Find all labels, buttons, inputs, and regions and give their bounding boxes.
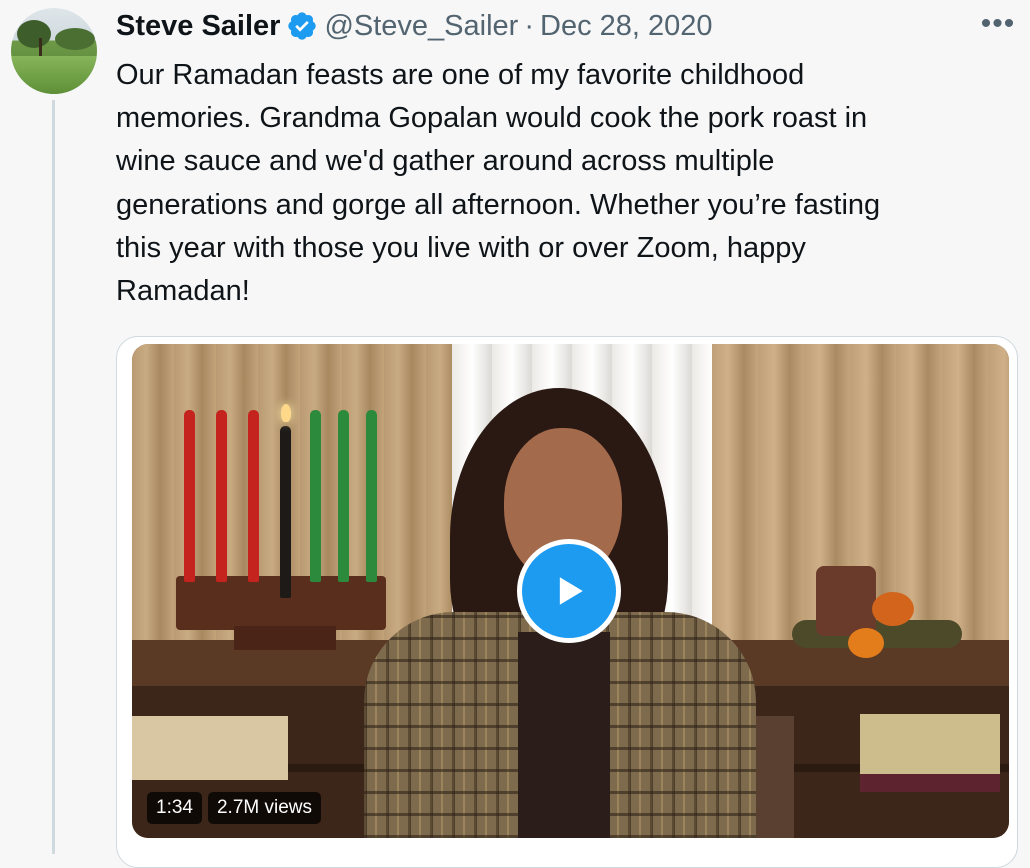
avatar-tree: [55, 28, 95, 50]
tweet-header: Steve Sailer @Steve_Sailer · Dec 28, 202…: [116, 8, 713, 44]
video-scene-candle: [280, 426, 291, 598]
author-handle[interactable]: @Steve_Sailer: [324, 10, 518, 43]
play-button[interactable]: [517, 539, 621, 643]
author-name[interactable]: Steve Sailer: [116, 10, 280, 43]
avatar-tree: [17, 20, 51, 48]
video-scene-candle-holder-base: [234, 626, 336, 650]
video-meta: 1:34 2.7M views: [147, 792, 322, 824]
tweet-text: Our Ramadan feasts are one of my favorit…: [116, 59, 881, 308]
video-person-turtleneck: [518, 632, 610, 838]
video-scene-vase: [816, 566, 876, 636]
video-scene-candle: [310, 410, 321, 582]
video-scene-books: [860, 714, 1000, 792]
video-scene-box: [132, 716, 288, 780]
video-scene-candle: [248, 410, 259, 582]
verified-badge-icon[interactable]: [286, 10, 318, 42]
video-scene-candle: [366, 410, 377, 582]
video-view-count: 2.7M views: [207, 792, 322, 824]
video-scene-candle: [338, 410, 349, 582]
tweet-date[interactable]: Dec 28, 2020: [540, 10, 713, 43]
video-scene-candle: [184, 410, 195, 582]
video-scene-orange: [848, 628, 884, 658]
avatar-golf-green: [11, 56, 97, 94]
video-scene-candle: [216, 410, 227, 582]
play-icon: [559, 577, 583, 605]
avatar[interactable]: [11, 8, 97, 94]
more-options-icon[interactable]: •••: [980, 9, 1016, 42]
video-scene-candle-flame: [281, 404, 291, 422]
video-scene-pumpkin: [872, 592, 914, 626]
avatar-tree-trunk: [39, 38, 42, 58]
separator-dot: ·: [524, 9, 534, 42]
thread-line: [52, 100, 55, 854]
video-duration: 1:34: [147, 792, 202, 824]
